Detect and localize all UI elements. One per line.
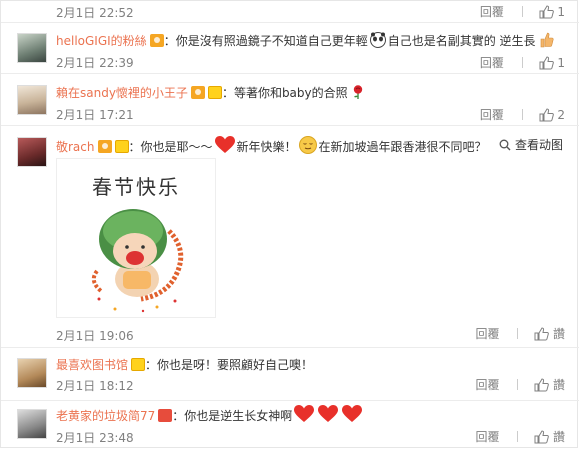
like-button[interactable]: 讚 xyxy=(534,428,565,445)
like-button[interactable]: 2 xyxy=(539,108,565,122)
like-label: 讚 xyxy=(552,378,565,392)
comment-item: 敬rach ：你也是耶～～ 新年快樂！ 在新加坡過年跟香港很不同吧？ 查看动图 春节快… xyxy=(1,126,579,348)
commenter-name[interactable]: helloGIGI的粉絲 xyxy=(56,34,147,48)
reply-button[interactable]: 回覆 xyxy=(475,428,499,445)
comment-time: 2月1日 22:39 xyxy=(56,56,134,70)
like-label: 讚 xyxy=(552,430,565,444)
comment-text-continued: 自己也是名副其實的 逆生長 xyxy=(387,34,536,48)
view-gif-label: 查看动图 xyxy=(514,138,563,152)
commenter-name[interactable]: 老黄家的垃圾简77 xyxy=(56,409,155,423)
thumbs-up-icon xyxy=(534,430,549,444)
search-icon xyxy=(499,139,511,151)
thumbs-up-icon xyxy=(539,5,554,19)
like-count: 1 xyxy=(557,5,565,19)
heart-emoji-icon xyxy=(342,405,363,422)
new-year-cartoon-image xyxy=(91,209,184,313)
heart-emoji-icon xyxy=(294,405,315,422)
thumbs-up-icon xyxy=(539,56,554,70)
like-button[interactable]: 讚 xyxy=(534,325,565,342)
comment-item: 2月1日 22:52 回覆 1 xyxy=(1,1,579,23)
thumbs-up-emoji-icon xyxy=(540,32,554,48)
comment-time: 2月1日 17:21 xyxy=(56,108,134,122)
comment-text: ：等著你和baby的合照 xyxy=(221,86,348,100)
comment-time: 2月1日 19:06 xyxy=(56,329,134,343)
divider xyxy=(517,431,519,442)
wealth-badge-icon xyxy=(131,358,146,371)
reply-button[interactable]: 回覆 xyxy=(480,106,504,123)
panda-face-emoji-icon xyxy=(369,32,386,48)
reply-button[interactable]: 回覆 xyxy=(475,325,499,342)
commenter-name[interactable]: 最喜欢图书馆 xyxy=(56,358,128,372)
comment-content: 最喜欢图书馆 ：你也是呀！要照顧好自己噢！ xyxy=(56,356,499,374)
relieved-face-emoji-icon xyxy=(298,136,317,154)
comment-text-continued: 新年快樂！ xyxy=(236,140,297,154)
view-gif-link[interactable]: 查看动图 xyxy=(499,136,563,153)
comment-actions: 回覆 讚 xyxy=(475,376,565,393)
divider xyxy=(521,57,523,68)
comment-content: helloGIGI的粉絲 ：你是沒有照過鏡子不知道自己更年輕 自己也是名副其實的 逆… xyxy=(56,32,554,50)
comment-actions: 回覆 讚 xyxy=(475,325,565,342)
avatar[interactable] xyxy=(17,409,47,439)
comment-content: 賴在sandy懷裡的小王子 ：等著你和baby的合照 xyxy=(56,84,499,102)
crown-badge-icon xyxy=(149,34,164,47)
wealth-badge-icon xyxy=(207,86,222,99)
reply-button[interactable]: 回覆 xyxy=(480,3,504,20)
reply-button[interactable]: 回覆 xyxy=(480,54,504,71)
avatar[interactable] xyxy=(17,85,47,115)
like-count: 2 xyxy=(557,108,565,122)
red-envelope-badge-icon xyxy=(158,409,173,422)
comment-time: 2月1日 22:52 xyxy=(56,6,134,20)
comment-item: 最喜欢图书馆 ：你也是呀！要照顧好自己噢！ 2月1日 18:12 回覆 讚 xyxy=(1,348,579,401)
comment-list: 2月1日 22:52 回覆 1 helloGIGI的粉絲 ：你是沒有照過鏡子不知道… xyxy=(0,0,579,449)
avatar[interactable] xyxy=(17,33,47,63)
thumbs-up-icon xyxy=(539,108,554,122)
divider xyxy=(521,109,523,120)
comment-content: 老黄家的垃圾简77 ：你也是逆生长女神啊 xyxy=(56,405,499,425)
comment-text-continued: 在新加坡過年跟香港很不同吧？ xyxy=(318,140,487,154)
commenter-name[interactable]: 敬rach xyxy=(56,140,95,154)
comment-text: ：你也是逆生长女神啊 xyxy=(172,409,293,423)
crown-badge-icon xyxy=(97,140,112,153)
heart-emoji-icon xyxy=(318,405,339,422)
comment-time: 2月1日 23:48 xyxy=(56,431,134,445)
avatar[interactable] xyxy=(17,137,47,167)
commenter-name[interactable]: 賴在sandy懷裡的小王子 xyxy=(56,86,188,100)
comment-text: ：你也是耶～～ xyxy=(128,140,213,154)
crown-badge-icon xyxy=(190,86,205,99)
comment-actions: 回覆 1 xyxy=(480,54,565,71)
reply-button[interactable]: 回覆 xyxy=(475,376,499,393)
comment-actions: 回覆 讚 xyxy=(475,428,565,445)
comment-time: 2月1日 18:12 xyxy=(56,379,134,393)
divider xyxy=(517,379,519,390)
heart-emoji-icon xyxy=(214,136,235,153)
like-count: 1 xyxy=(557,56,565,70)
avatar[interactable] xyxy=(17,358,47,388)
divider xyxy=(517,328,519,339)
wealth-badge-icon xyxy=(114,140,129,153)
divider xyxy=(521,6,523,17)
like-button[interactable]: 1 xyxy=(539,5,565,19)
comment-item: helloGIGI的粉絲 ：你是沒有照過鏡子不知道自己更年輕 自己也是名副其實的 逆… xyxy=(1,23,579,74)
comment-actions: 回覆 1 xyxy=(480,3,565,20)
thumbs-up-icon xyxy=(534,378,549,392)
comment-actions: 回覆 2 xyxy=(480,106,565,123)
thumbs-up-icon xyxy=(534,327,549,341)
comment-item: 老黄家的垃圾简77 ：你也是逆生长女神啊 2月1日 23:48 回覆 讚 xyxy=(1,401,579,449)
like-button[interactable]: 讚 xyxy=(534,376,565,393)
gif-image[interactable]: 春节快乐 xyxy=(56,158,216,318)
comment-text: ：你也是呀！要照顧好自己噢！ xyxy=(145,358,314,372)
like-button[interactable]: 1 xyxy=(539,56,565,70)
comment-content: 敬rach ：你也是耶～～ 新年快樂！ 在新加坡過年跟香港很不同吧？ xyxy=(56,136,487,156)
comment-item: 賴在sandy懷裡的小王子 ：等著你和baby的合照 2月1日 17:21 回覆 … xyxy=(1,74,579,126)
comment-text: ：你是沒有照過鏡子不知道自己更年輕 xyxy=(163,34,368,48)
rose-emoji-icon xyxy=(353,85,362,99)
like-label: 讚 xyxy=(552,327,565,341)
